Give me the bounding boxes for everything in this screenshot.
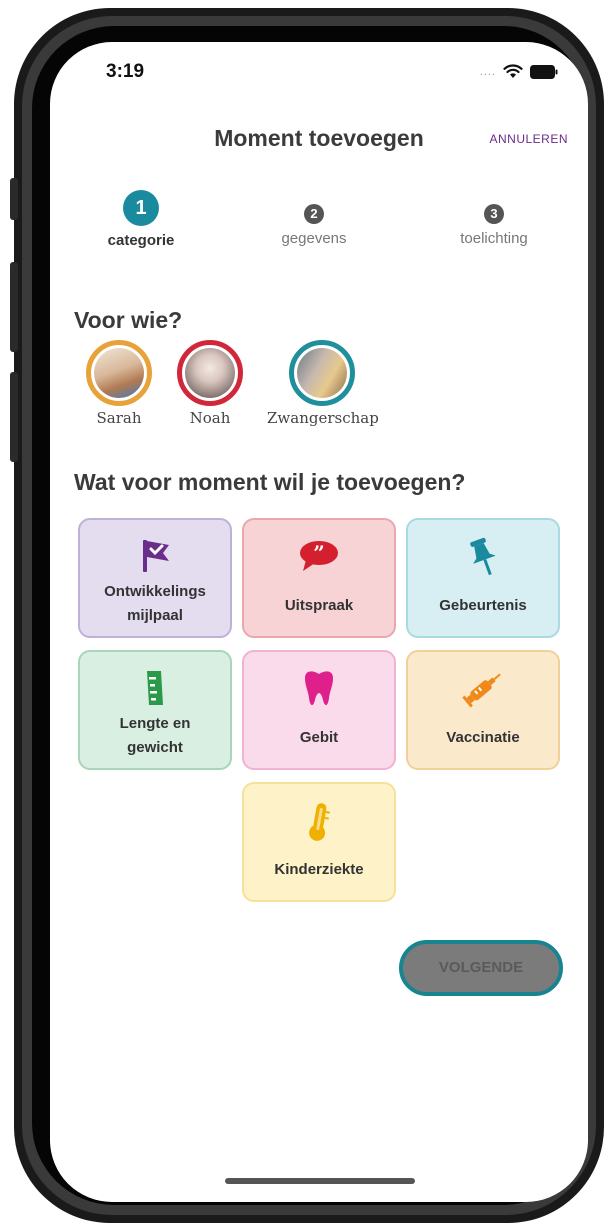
category-uitspraak[interactable]: ” Uitspraak [242,518,396,638]
avatar [86,340,152,406]
step-3-number: 3 [484,204,504,224]
step-2-number: 2 [304,204,324,224]
cancel-button[interactable]: ANNULEREN [489,132,568,146]
step-indicator: 1 categorie 2 gegevens 3 toelichting [50,190,588,260]
step-3-label: toelichting [460,230,528,247]
avatar-photo [185,348,235,398]
tile-label: Lengte en gewicht [119,715,191,756]
tile-label: Vaccinatie [446,729,520,746]
flag-check-icon [80,536,230,576]
speech-bubble-icon: ” [244,536,394,576]
category-gebit[interactable]: Gebit [242,650,396,770]
tile-label: Kinderziekte [274,861,364,878]
battery-icon [530,64,558,79]
tooth-icon [244,668,394,708]
moment-title: Wat voor moment wil je toevoegen? [74,469,466,495]
tile-label: Gebit [299,729,339,746]
step-2: 2 gegevens [239,204,389,247]
step-1: 1 categorie [66,190,216,249]
ruler-icon [80,668,230,708]
category-gebeurtenis[interactable]: Gebeurtenis [406,518,560,638]
syringe-icon [408,668,558,708]
status-bar-icons: .... [480,64,558,79]
person-name: Zwangerschap [267,409,379,427]
avatar [177,340,243,406]
tile-label: Ontwikkelings mijlpaal [104,583,206,624]
avatar [289,340,355,406]
step-1-number: 1 [123,190,159,226]
pushpin-icon [408,536,558,576]
category-vaccinatie[interactable]: Vaccinatie [406,650,560,770]
home-indicator[interactable] [225,1178,415,1184]
wifi-icon [503,64,523,79]
step-2-label: gegevens [281,230,347,247]
next-button[interactable]: VOLGENDE [399,940,563,996]
person-name: Noah [189,409,231,427]
category-ontwikkelingsmijlpaal[interactable]: Ontwikkelings mijlpaal [78,518,232,638]
avatar-photo [297,348,347,398]
person-zwangerschap[interactable]: Zwangerschap [267,340,379,427]
tile-label: Uitspraak [284,597,354,614]
step-3: 3 toelichting [419,204,569,247]
person-noah[interactable]: Noah [155,340,265,427]
svg-text:”: ” [313,541,325,565]
thermometer-icon [244,800,394,841]
signal-dots: .... [479,65,496,78]
status-time: 3:19 [106,61,145,82]
volume-down-button [10,372,18,462]
volume-up-button [10,262,18,352]
avatar-photo [94,348,144,398]
who-title: Voor wie? [74,307,183,333]
category-kinderziekte[interactable]: Kinderziekte [242,782,396,902]
mute-switch [10,178,18,220]
category-lengte-en-gewicht[interactable]: Lengte en gewicht [78,650,232,770]
app-screen: 3:19 .... Moment toevoegen ANNULEREN 1 c… [50,42,588,1202]
step-1-label: categorie [107,232,175,249]
tile-label: Gebeurtenis [439,597,527,614]
